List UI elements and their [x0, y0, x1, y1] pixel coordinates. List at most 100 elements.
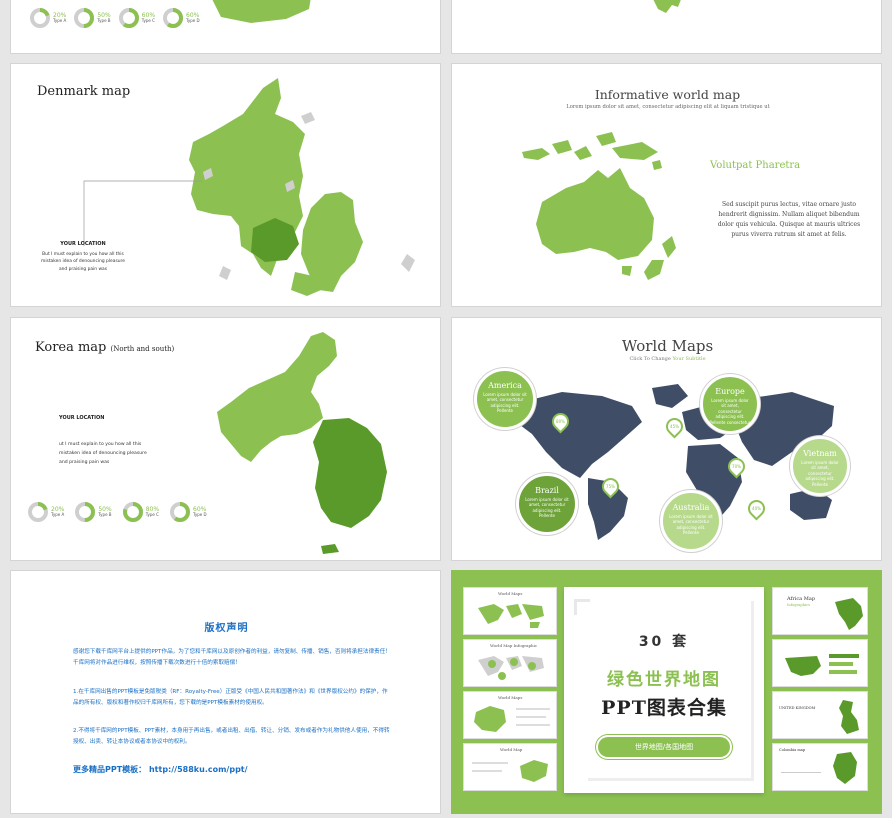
connector-line [83, 180, 202, 246]
location-heading: YOUR LOCATION [60, 241, 106, 247]
donut-chart: 80% Type C [122, 501, 159, 523]
korea-map [217, 332, 387, 554]
slide-cover[interactable]: World Maps World Map Infographic World M… [451, 570, 882, 814]
title-main: Korea map [35, 340, 107, 355]
donut-type: Type C [141, 17, 155, 23]
map-fragment-top-right [653, 0, 681, 13]
world-map-icon [478, 604, 544, 628]
donut-type: Type B [97, 17, 111, 23]
bubble-america[interactable]: America Lorem ipsum dolor sit amet, cons… [474, 368, 536, 430]
donut-chart: 60% Type D [162, 7, 200, 29]
bubble-vietnam[interactable]: Vietnam Lorem ipsum dolor sit amet, cons… [790, 436, 850, 496]
slide-title: Informative world map [594, 87, 741, 102]
donut-ring [74, 8, 95, 28]
donut-ring [75, 502, 96, 522]
map-fragment-top [212, 0, 311, 23]
donut-ring [163, 8, 184, 28]
bar [829, 670, 857, 674]
slide-title: Denmark map [37, 84, 131, 99]
side-text: Sed suscipit purus lectus, vitae ornare … [717, 201, 861, 238]
title-suffix: (North and south) [110, 345, 175, 353]
donut-chart: 50% Type B [74, 501, 112, 523]
bubble-australia[interactable]: Australia Lorem ipsum dolor sit amet, co… [660, 490, 722, 552]
slide-title: World Maps [621, 337, 714, 355]
donut-chart: 60% Type D [169, 501, 207, 523]
subtitle-prefix: Click To Change [629, 356, 671, 362]
cover-button[interactable]: 世界地图/各国地图 [598, 737, 730, 757]
country-map-icon [520, 760, 548, 782]
donut-type: Type A [53, 17, 67, 23]
donut-ring [30, 8, 50, 28]
thumbnail-uk-map[interactable]: UNITED KINGDOM [772, 691, 868, 739]
donut-ring [122, 502, 143, 522]
location-heading: YOUR LOCATION [59, 415, 105, 421]
thumbnail-africa-map[interactable]: Africa Map Infographics [772, 587, 868, 635]
cover-green-title: 绿色世界地图 [607, 670, 721, 690]
thumbnail-world-map-infographic[interactable]: World Map Infographic [463, 639, 557, 687]
cover-card: 30 套 绿色世界地图 PPT图表合集 世界地图/各国地图 [564, 587, 764, 793]
subtitle-accent: Your Subtitle [672, 356, 706, 362]
slide-thumbnail-top-right[interactable] [451, 0, 882, 54]
donut-type: Type B [98, 511, 112, 517]
colombia-map-icon [833, 752, 857, 784]
more-label: 更多精品PPT模板： [73, 765, 147, 774]
legend-line [781, 772, 821, 773]
donut-ring [170, 502, 191, 522]
slide-korea-map[interactable]: Korea map (North and south) YOUR LOCATIO… [10, 317, 441, 561]
usa-map-icon [785, 656, 821, 676]
corner-decoration [588, 778, 754, 781]
legend-line [472, 770, 502, 772]
donut-chart: 20% Type A [27, 501, 64, 523]
europe-map-icon [474, 706, 506, 732]
africa-map-icon [835, 598, 863, 630]
corner-decoration [574, 599, 577, 615]
donut-type: Type D [186, 17, 200, 23]
donut-chart-row: 20% Type A 50% Type B 60% Type C 60% Type D [29, 7, 200, 29]
slide-title: Korea map (North and south) [35, 340, 174, 355]
slide-subtitle: Click To Change Your Subtitle [452, 356, 881, 362]
donut-chart-row: 20% Type A 50% Type B 80% Type C 60% Type D [27, 501, 207, 523]
copyright-item-1: 1.在千库网出售的PPT模板是免版税类（RF：Royalty-Free）正版受《… [73, 689, 388, 706]
slide-denmark-map[interactable]: Denmark map YOUR LOCATION But I must exp… [10, 63, 441, 307]
location-text: ut I must explain to you how all this mi… [59, 442, 147, 466]
slide-copyright-notice[interactable]: 版权声明 感谢您下载千库网平台上提供的PPT作品，为了您和千库网以及原创作者的利… [10, 570, 441, 814]
donut-chart: 60% Type C [118, 7, 155, 29]
donut-type: Type C [145, 511, 159, 517]
slide-informative-world-map[interactable]: Informative world map Lorem ipsum dolor … [451, 63, 882, 307]
denmark-map [189, 78, 415, 296]
thumbnail-europe-map[interactable]: World Maps [463, 691, 557, 739]
cover-main-title: PPT图表合集 [601, 697, 727, 719]
corner-decoration [751, 601, 754, 781]
slide-world-maps[interactable]: World Maps Click To Change Your Subtitle… [451, 317, 882, 561]
cover-count: 30 套 [638, 634, 690, 650]
location-text: But I must explain to you how all this m… [41, 252, 125, 272]
slide-thumbnail-top-left[interactable]: 20% Type A 50% Type B 60% Type C 60% Type D [10, 0, 441, 54]
bubble-europe[interactable]: Europe Lorem ipsum dolor sit amet, conse… [700, 374, 760, 434]
bar [829, 654, 859, 658]
donut-type: Type D [193, 511, 207, 517]
more-link[interactable]: http://588ku.com/ppt/ [149, 765, 248, 774]
legend-line [516, 724, 550, 726]
legend-line [516, 716, 546, 718]
thumbnail-world-map[interactable]: World Map [463, 743, 557, 791]
copyright-item-2: 2.不得将千库网的PPT模板、PPT素材，本身用于再出售，或者出租、出借、转让、… [73, 728, 390, 745]
donut-type: Type A [51, 511, 65, 517]
uk-map-icon [839, 700, 859, 734]
legend-line [472, 762, 508, 764]
world-map-icon [478, 656, 544, 680]
copyright-title: 版权声明 [204, 623, 249, 634]
bubble-brazil[interactable]: Brazil Lorem ipsum dolor sit amet, conse… [516, 473, 578, 535]
bar [829, 662, 853, 666]
side-title: Volutpat Pharetra [710, 160, 801, 171]
copyright-paragraph: 感谢您下载千库网平台上提供的PPT作品，为了您和千库网以及原创作者的利益，请勿复… [73, 649, 391, 666]
donut-ring [118, 8, 139, 28]
donut-chart: 20% Type A [29, 7, 66, 29]
donut-ring [28, 502, 48, 522]
more-templates: 更多精品PPT模板： http://588ku.com/ppt/ [73, 764, 248, 775]
thumbnail-usa-map[interactable] [772, 639, 868, 687]
legend-line [516, 708, 550, 710]
thumbnail-world-maps[interactable]: World Maps [463, 587, 557, 635]
donut-chart: 50% Type B [73, 7, 111, 29]
thumbnail-colombia-map[interactable]: Colombia map [772, 743, 868, 791]
slide-subtitle: Lorem ipsum dolor sit amet, consectetur … [566, 104, 770, 110]
